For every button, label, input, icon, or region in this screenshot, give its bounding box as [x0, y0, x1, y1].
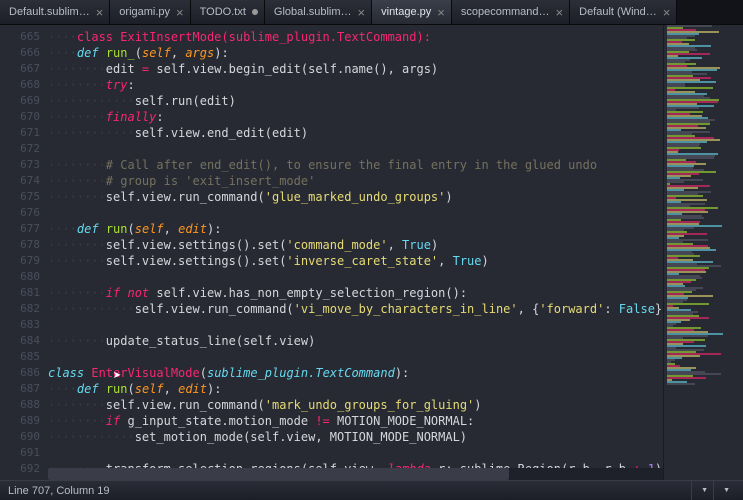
line-number: 667 [0, 61, 40, 77]
tab[interactable]: vintage.py × [372, 0, 452, 24]
code-line: ····def run_(self, args): [48, 45, 663, 61]
code-line: ············self.view.run_command('vi_mo… [48, 301, 663, 317]
line-number: 680 [0, 269, 40, 285]
line-number: 676 [0, 205, 40, 221]
tab[interactable]: scopecommand… × [452, 0, 570, 24]
line-number: 673 [0, 157, 40, 173]
code-line: ····def run(self, edit): [48, 221, 663, 237]
line-number: 674 [0, 173, 40, 189]
line-number: 683 [0, 317, 40, 333]
line-number: 686 [0, 365, 40, 381]
code-line: ············self.view.end_edit(edit) [48, 125, 663, 141]
code-line: ····def run(self, edit): [48, 381, 663, 397]
line-number: 684 [0, 333, 40, 349]
code-line: ········self.view.run_command('glue_mark… [48, 189, 663, 205]
code-area[interactable]: ····class ExitInsertMode(sublime_plugin.… [48, 25, 663, 480]
line-number: 669 [0, 93, 40, 109]
code-line [48, 349, 663, 365]
tab[interactable]: TODO.txt [191, 0, 265, 24]
tab-label: Default.sublim… [9, 6, 90, 18]
line-number: 690 [0, 429, 40, 445]
tab[interactable]: origami.py × [110, 0, 190, 24]
tab[interactable]: Default (Wind… × [570, 0, 677, 24]
tab[interactable]: Global.sublim… × [265, 0, 372, 24]
tab-label: TODO.txt [200, 6, 246, 18]
line-number: 688 [0, 397, 40, 413]
code-line: ········edit = self.view.begin_edit(self… [48, 61, 663, 77]
encoding-dropdown[interactable]: ▼ [713, 481, 735, 500]
tab[interactable]: Default.sublim… × [0, 0, 110, 24]
code-line: ········if not self.view.has_non_empty_s… [48, 285, 663, 301]
code-line [48, 205, 663, 221]
tab-label: vintage.py [381, 6, 431, 18]
code-line [48, 269, 663, 285]
tab-label: Default (Wind… [579, 6, 657, 18]
code-line: ········try: [48, 77, 663, 93]
line-number: 687 [0, 381, 40, 397]
code-line: ········update_status_line(self.view) [48, 333, 663, 349]
tab-label: origami.py [119, 6, 170, 18]
close-icon[interactable]: × [96, 6, 104, 19]
line-number: 665 [0, 29, 40, 45]
line-number: 675 [0, 189, 40, 205]
line-number: 671 [0, 125, 40, 141]
syntax-dropdown[interactable]: ▼ [691, 481, 713, 500]
line-number: 668 [0, 77, 40, 93]
chevron-down-icon: ▼ [701, 487, 708, 494]
line-number: 678 [0, 237, 40, 253]
close-icon[interactable]: × [663, 6, 671, 19]
code-line [48, 141, 663, 157]
code-line: ········if g_input_state.motion_mode != … [48, 413, 663, 429]
code-line: ············set_motion_mode(self.view, M… [48, 429, 663, 445]
minimap[interactable] [663, 25, 743, 480]
line-number: 681 [0, 285, 40, 301]
code-line: ········finally: [48, 109, 663, 125]
line-number: 666 [0, 45, 40, 61]
code-line: ············self.run(edit) [48, 93, 663, 109]
tab-label: Global.sublim… [274, 6, 352, 18]
close-icon[interactable]: × [176, 6, 184, 19]
code-line: ········self.view.settings().set('comman… [48, 237, 663, 253]
close-icon[interactable]: × [437, 6, 445, 19]
line-number: 682 [0, 301, 40, 317]
line-number: 689 [0, 413, 40, 429]
code-line [48, 445, 663, 461]
close-icon[interactable]: × [358, 6, 366, 19]
horizontal-scrollbar[interactable] [48, 468, 663, 480]
line-number: 691 [0, 445, 40, 461]
code-line: ····class ExitInsertMode(sublime_plugin.… [48, 29, 663, 45]
code-line: ········self.view.settings().set('invers… [48, 253, 663, 269]
scrollbar-thumb[interactable] [48, 468, 509, 480]
cursor-position: Line 707, Column 19 [8, 485, 110, 497]
chevron-down-icon: ▼ [723, 487, 730, 494]
line-number: 677 [0, 221, 40, 237]
code-line: ········self.view.run_command('mark_undo… [48, 397, 663, 413]
line-number: 692 [0, 461, 40, 477]
code-line: ········# Call after end_edit(), to ensu… [48, 157, 663, 173]
line-number: 679 [0, 253, 40, 269]
tab-label: scopecommand… [461, 6, 550, 18]
code-line: ········# group is 'exit_insert_mode' [48, 173, 663, 189]
line-number: 670 [0, 109, 40, 125]
tab-bar: Default.sublim… × origami.py × TODO.txt Globa… [0, 0, 743, 25]
line-number: 672 [0, 141, 40, 157]
line-number: 685 [0, 349, 40, 365]
dirty-indicator-icon [252, 9, 258, 15]
close-icon[interactable]: × [556, 6, 564, 19]
code-line [48, 317, 663, 333]
gutter: 6656666676686696706716726736746756766776… [0, 25, 48, 480]
editor: 6656666676686696706716726736746756766776… [0, 25, 743, 480]
code-line: class EnterVisualMode(sublime_plugin.Tex… [48, 365, 663, 381]
status-bar: Line 707, Column 19 ▼ ▼ [0, 480, 743, 500]
